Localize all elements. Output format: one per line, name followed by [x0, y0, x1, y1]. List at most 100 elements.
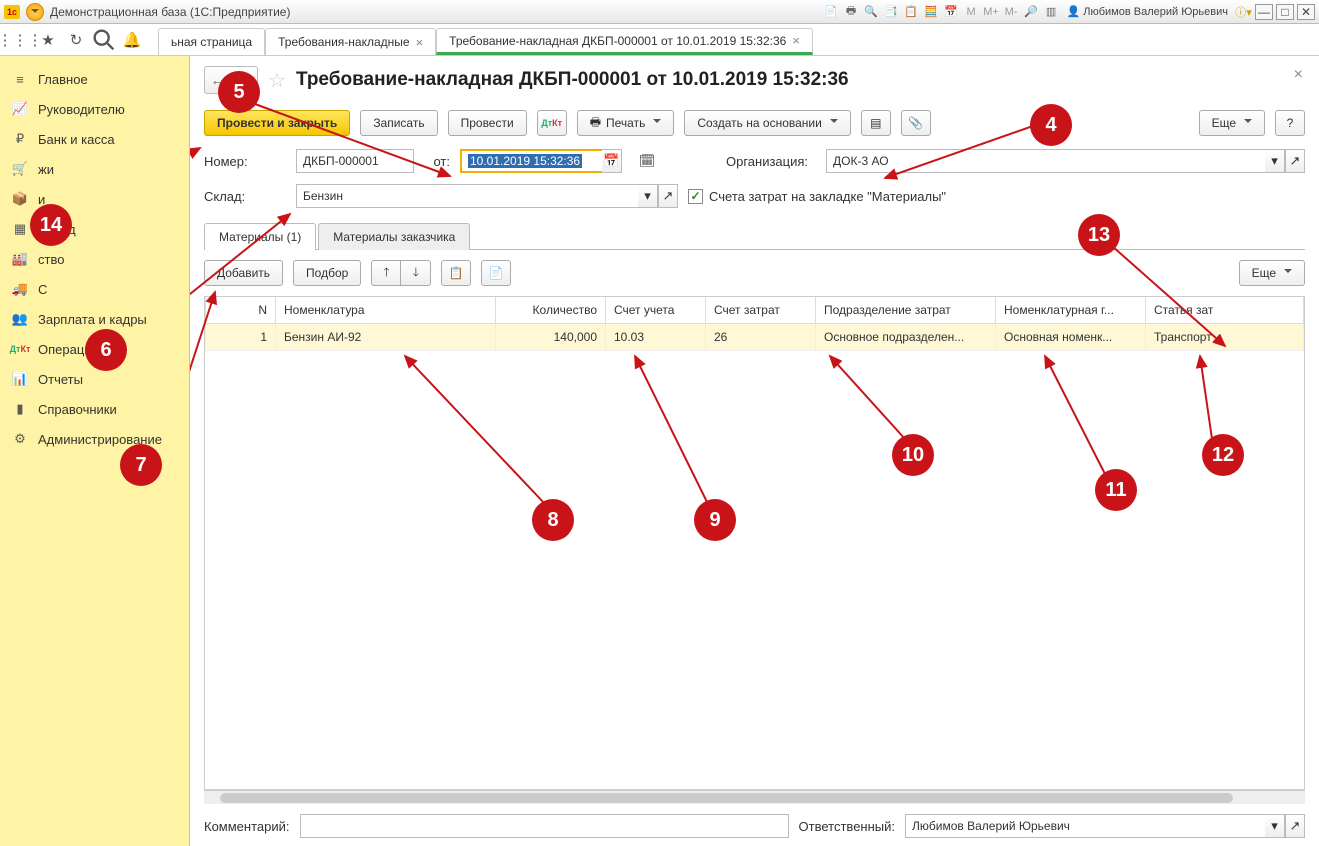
user-label[interactable]: 👤 Любимов Валерий Юрьевич [1067, 5, 1228, 18]
favorite-icon[interactable]: ★ [34, 26, 62, 54]
compare-icon[interactable]: 📑 [883, 3, 900, 20]
col-group[interactable]: Номенклатурная г... [996, 297, 1146, 324]
responsible-input[interactable]: Любимов Валерий Юрьевич [905, 814, 1265, 838]
menu-main[interactable]: ≡Главное [0, 64, 189, 94]
post-button[interactable]: Провести [448, 110, 527, 136]
calc-icon[interactable]: 🧮 [923, 3, 940, 20]
zoom-icon[interactable]: 🔎 [1023, 3, 1040, 20]
help-button[interactable]: ? [1275, 110, 1305, 136]
tab-document[interactable]: Требование-накладная ДКБП-000001 от 10.0… [436, 28, 813, 55]
truck-icon: 🚚 [12, 281, 28, 297]
menu-purchases[interactable]: 📦и [0, 184, 189, 214]
paste-row-button[interactable]: 📄 [481, 260, 511, 286]
number-label: Номер: [204, 154, 286, 169]
col-item[interactable]: Статья зат [1146, 297, 1304, 324]
col-qty[interactable]: Количество [496, 297, 606, 324]
dropdown-button[interactable]: ▾ [1265, 814, 1285, 838]
open-button[interactable]: ↗ [1285, 149, 1305, 173]
open-button[interactable]: ↗ [1285, 814, 1305, 838]
tabs: ьная страница Требования-накладные× Треб… [158, 24, 813, 55]
grid-more-button[interactable]: Еще [1239, 260, 1305, 286]
number-input[interactable]: ДКБП-000001 [296, 149, 414, 173]
m-icon[interactable]: M [963, 3, 980, 20]
date-input[interactable]: 10.01.2019 15:32:36 [460, 149, 602, 173]
comment-label: Комментарий: [204, 819, 290, 834]
print-icon[interactable]: 🖶 [843, 3, 860, 20]
subtabs: Материалы (1) Материалы заказчика [204, 222, 1305, 250]
menu-icon: ≡ [12, 71, 28, 87]
menu-manager[interactable]: 📈Руководителю [0, 94, 189, 124]
dropdown-button[interactable]: ▾ [638, 184, 658, 208]
callout-13: 13 [1078, 214, 1120, 256]
tab-home[interactable]: ьная страница [158, 28, 265, 55]
menu-hr[interactable]: 👥Зарплата и кадры [0, 304, 189, 334]
dtkt-button[interactable]: ДтКт [537, 110, 567, 136]
apps-icon[interactable]: ⋮⋮⋮ [6, 26, 34, 54]
close-form-button[interactable]: × [1294, 66, 1303, 84]
preview-icon[interactable]: 🔍 [863, 3, 880, 20]
col-n[interactable]: N [206, 297, 276, 324]
mminus-icon[interactable]: M- [1003, 3, 1020, 20]
related-button[interactable]: ▤ [861, 110, 891, 136]
calendar-button[interactable]: 📅 [602, 149, 622, 173]
pick-button[interactable]: Подбор [293, 260, 361, 286]
menu-admin[interactable]: ⚙Администрирование [0, 424, 189, 454]
col-acct[interactable]: Счет учета [606, 297, 706, 324]
document-form: × ←→ ☆ Требование-накладная ДКБП-000001 … [190, 56, 1319, 846]
star-icon[interactable]: ☆ [268, 68, 286, 93]
maximize-button[interactable]: □ [1276, 4, 1294, 20]
open-button[interactable]: ↗ [658, 184, 678, 208]
copy-icon[interactable]: 📋 [903, 3, 920, 20]
tab-customer-materials[interactable]: Материалы заказчика [318, 223, 470, 250]
comment-input[interactable] [300, 814, 789, 838]
menu-warehouse[interactable]: ▦Склад [0, 214, 189, 244]
warehouse-input[interactable]: Бензин [296, 184, 638, 208]
menu-sales[interactable]: 🛒жи [0, 154, 189, 184]
toolbar-icon[interactable]: 📄 [823, 3, 840, 20]
close-icon[interactable]: × [792, 33, 800, 48]
period-icon[interactable]: 🗓 [632, 148, 662, 174]
save-button[interactable]: Записать [360, 110, 437, 136]
mplus-icon[interactable]: M+ [983, 3, 1000, 20]
callout-5: 5 [218, 71, 260, 113]
post-and-close-button[interactable]: Провести и закрыть [204, 110, 350, 136]
panel-icon[interactable]: ▥ [1043, 3, 1060, 20]
dropdown-button[interactable]: ▾ [1265, 149, 1285, 173]
move-down-button[interactable]: 🡓 [401, 260, 431, 286]
attach-button[interactable]: 📎 [901, 110, 931, 136]
copy-row-button[interactable]: 📋 [441, 260, 471, 286]
bell-icon[interactable]: 🔔 [118, 26, 146, 54]
print-button[interactable]: 🖶Печать [577, 110, 675, 136]
create-based-button[interactable]: Создать на основании [684, 110, 851, 136]
close-icon[interactable]: × [416, 35, 424, 50]
table-row[interactable]: 1 Бензин АИ-92 140,000 10.03 26 Основное… [206, 324, 1304, 351]
info-icon[interactable]: ⓘ▾ [1235, 3, 1252, 20]
move-up-button[interactable]: 🡑 [371, 260, 401, 286]
menu-prod[interactable]: 🏭ство [0, 244, 189, 274]
col-dept[interactable]: Подразделение затрат [816, 297, 996, 324]
col-cost-acct[interactable]: Счет затрат [706, 297, 816, 324]
menu-os[interactable]: 🚚С [0, 274, 189, 304]
materials-grid[interactable]: N Номенклатура Количество Счет учета Сче… [204, 296, 1305, 790]
menu-reports[interactable]: 📊Отчеты [0, 364, 189, 394]
org-input[interactable]: ДОК-3 АО [826, 149, 1265, 173]
callout-14: 14 [30, 204, 72, 246]
cost-accounts-checkbox[interactable]: ✓Счета затрат на закладке "Материалы" [688, 189, 946, 204]
close-button[interactable]: ✕ [1297, 4, 1315, 20]
tab-list[interactable]: Требования-накладные× [265, 28, 436, 55]
app-menu-button[interactable] [26, 3, 44, 21]
minimize-button[interactable]: — [1255, 4, 1273, 20]
add-button[interactable]: Добавить [204, 260, 283, 286]
tab-materials[interactable]: Материалы (1) [204, 223, 316, 250]
h-scrollbar[interactable] [204, 790, 1305, 804]
menu-bank[interactable]: ₽Банк и касса [0, 124, 189, 154]
calendar-icon[interactable]: 📅 [943, 3, 960, 20]
responsible-label: Ответственный: [799, 819, 895, 834]
more-button[interactable]: Еще [1199, 110, 1265, 136]
history-icon[interactable]: ↻ [62, 26, 90, 54]
col-nom[interactable]: Номенклатура [276, 297, 496, 324]
logo-1c: 1c [4, 5, 20, 19]
search-icon[interactable] [90, 26, 118, 54]
menu-reference[interactable]: ▮Справочники [0, 394, 189, 424]
org-label: Организация: [726, 154, 816, 169]
